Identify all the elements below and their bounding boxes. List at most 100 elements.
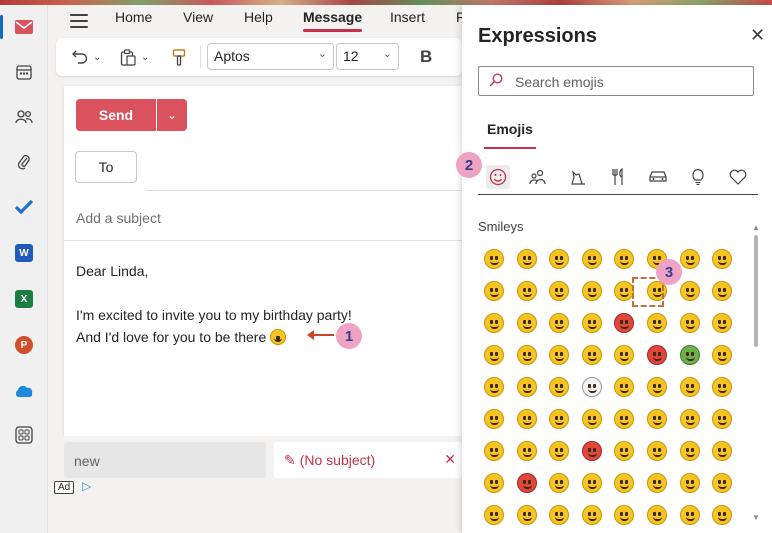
emoji-button[interactable] (483, 472, 505, 494)
emoji-button[interactable] (711, 248, 733, 270)
undo-button[interactable]: ⌄ (72, 46, 101, 68)
emoji-button[interactable] (581, 248, 603, 270)
emoji-button[interactable] (679, 280, 701, 302)
draft-tab-current[interactable]: ✎ (No subject) ✕ (274, 442, 462, 478)
excel-app-icon[interactable]: X (10, 285, 38, 313)
emoji-button[interactable] (646, 408, 668, 430)
emoji-button[interactable] (581, 280, 603, 302)
emoji-button[interactable] (711, 312, 733, 334)
emoji-button[interactable] (483, 248, 505, 270)
emoji-button[interactable] (483, 280, 505, 302)
travel-category-icon[interactable] (646, 165, 670, 189)
emoji-button[interactable] (581, 504, 603, 526)
emoji-button[interactable] (711, 472, 733, 494)
todo-app-icon[interactable] (10, 193, 38, 221)
emoji-button[interactable] (548, 312, 570, 334)
emoji-button[interactable] (679, 408, 701, 430)
emoji-button[interactable] (548, 376, 570, 398)
emoji-button[interactable] (646, 440, 668, 462)
emoji-button[interactable] (646, 344, 668, 366)
emoji-button[interactable] (516, 504, 538, 526)
more-apps-icon[interactable] (10, 421, 38, 449)
close-draft-icon[interactable]: ✕ (444, 451, 456, 468)
emoji-button[interactable] (613, 472, 635, 494)
emoji-button[interactable] (613, 376, 635, 398)
emoji-button[interactable] (548, 408, 570, 430)
emoji-button[interactable] (646, 312, 668, 334)
font-name-dropdown[interactable]: Aptos ⌄ (207, 43, 334, 70)
emoji-search-input[interactable]: Search emojis (478, 66, 754, 96)
emoji-button[interactable] (581, 440, 603, 462)
emoji-button[interactable] (548, 280, 570, 302)
tab-home[interactable]: Home (115, 9, 152, 25)
calendar-app-icon[interactable] (10, 58, 38, 86)
emoji-button[interactable] (548, 472, 570, 494)
emoji-button[interactable] (711, 344, 733, 366)
tab-emojis[interactable]: Emojis (484, 121, 536, 149)
emoji-button[interactable] (483, 408, 505, 430)
paste-button[interactable]: ⌄ (120, 46, 149, 68)
scrollbar-thumb[interactable] (754, 235, 758, 347)
mail-app-icon[interactable] (0, 13, 38, 41)
emoji-button[interactable] (711, 280, 733, 302)
subject-input[interactable]: Add a subject (76, 210, 161, 226)
emoji-button[interactable] (516, 248, 538, 270)
emoji-button[interactable] (516, 312, 538, 334)
emoji-button[interactable] (581, 472, 603, 494)
emoji-button[interactable] (516, 344, 538, 366)
font-size-dropdown[interactable]: 12 ⌄ (336, 43, 399, 70)
format-painter-button[interactable] (172, 46, 186, 68)
word-app-icon[interactable]: W (10, 239, 38, 267)
emoji-button[interactable] (679, 504, 701, 526)
food-category-icon[interactable] (606, 165, 630, 189)
to-button[interactable]: To (75, 151, 137, 183)
emoji-button[interactable] (646, 472, 668, 494)
emoji-button[interactable] (548, 440, 570, 462)
emoji-button[interactable] (679, 344, 701, 366)
close-icon[interactable]: ✕ (750, 25, 765, 46)
emoji-button[interactable] (711, 408, 733, 430)
tab-message[interactable]: Message (303, 9, 363, 32)
emoji-button[interactable] (646, 376, 668, 398)
emoji-button[interactable] (711, 376, 733, 398)
emoji-button[interactable] (613, 504, 635, 526)
smiley-category-icon[interactable] (486, 165, 510, 189)
tab-insert[interactable]: Insert (390, 9, 425, 25)
emoji-scrollbar[interactable]: ▲ ▼ (752, 223, 760, 523)
emoji-button[interactable] (711, 440, 733, 462)
emoji-button[interactable] (613, 248, 635, 270)
tab-help[interactable]: Help (244, 9, 273, 25)
to-field[interactable] (146, 190, 464, 191)
emoji-button[interactable] (613, 440, 635, 462)
emoji-button[interactable] (679, 312, 701, 334)
emoji-button[interactable] (516, 280, 538, 302)
emoji-button[interactable] (483, 312, 505, 334)
emoji-button[interactable] (613, 312, 635, 334)
emoji-button[interactable] (516, 408, 538, 430)
objects-category-icon[interactable] (686, 165, 710, 189)
onedrive-app-icon[interactable] (10, 377, 38, 405)
bold-button[interactable]: B (420, 46, 432, 68)
animals-category-icon[interactable] (566, 165, 590, 189)
emoji-button[interactable] (483, 504, 505, 526)
emoji-button[interactable] (646, 504, 668, 526)
emoji-button[interactable] (548, 248, 570, 270)
emoji-button[interactable] (581, 408, 603, 430)
send-options-button[interactable]: ⌄ (157, 99, 187, 131)
emoji-button[interactable] (516, 440, 538, 462)
people-app-icon[interactable] (10, 103, 38, 131)
emoji-button[interactable] (516, 376, 538, 398)
emoji-button[interactable] (613, 408, 635, 430)
emoji-button[interactable] (483, 344, 505, 366)
people-category-icon[interactable] (526, 165, 550, 189)
emoji-button[interactable] (548, 344, 570, 366)
send-button[interactable]: Send (76, 99, 156, 131)
emoji-button[interactable] (548, 504, 570, 526)
draft-tab-new[interactable]: new (64, 442, 266, 478)
emoji-button[interactable] (483, 376, 505, 398)
emoji-button[interactable] (483, 440, 505, 462)
emoji-button[interactable] (516, 472, 538, 494)
emoji-button[interactable] (581, 344, 603, 366)
scroll-down-icon[interactable]: ▼ (752, 513, 760, 522)
attachment-app-icon[interactable] (10, 148, 38, 176)
